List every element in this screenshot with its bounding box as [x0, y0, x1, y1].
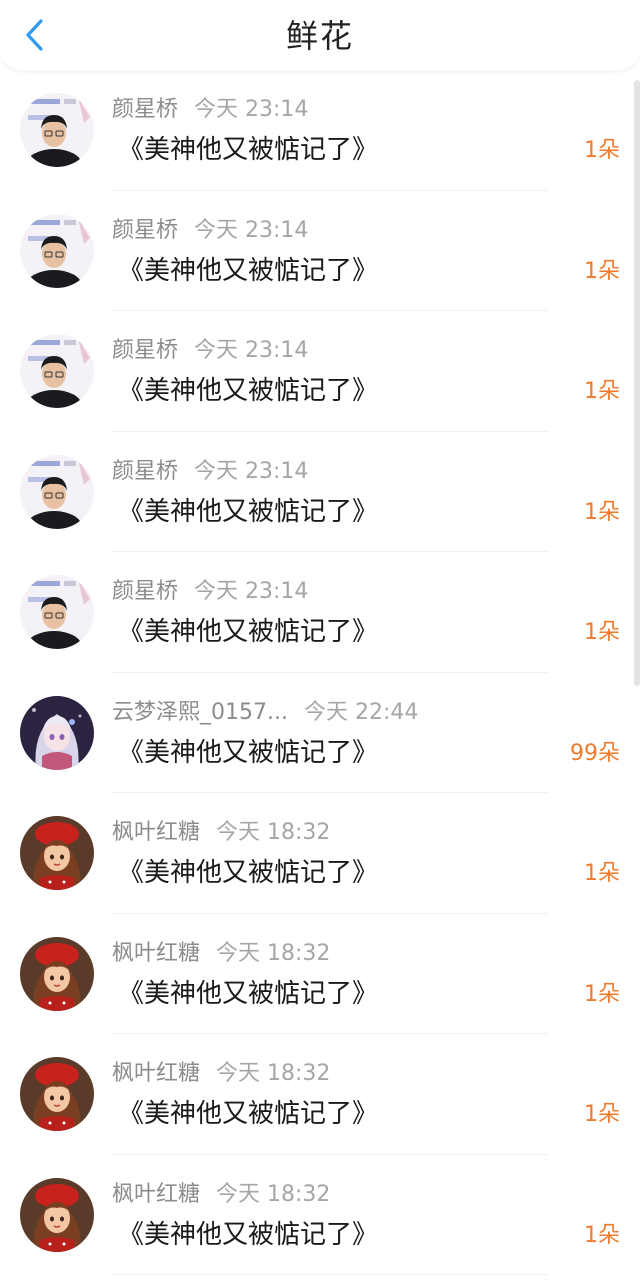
- username: 枫叶红糖: [112, 820, 201, 845]
- row-meta: 枫叶红糖 今天 18:32: [112, 1181, 330, 1209]
- avatar[interactable]: [20, 936, 94, 1011]
- username: 云梦泽熙_0157...: [112, 699, 288, 725]
- row-meta: 云梦泽熙_0157... 今天 22:44: [112, 699, 418, 727]
- row-meta: 枫叶红糖 今天 18:32: [112, 940, 330, 968]
- list-item[interactable]: 枫叶红糖 今天 18:32 《美神他又被惦记了》 1朵: [0, 793, 640, 914]
- avatar[interactable]: [20, 213, 94, 288]
- row-meta: 颜星桥 今天 23:14: [112, 96, 308, 124]
- username: 颜星桥: [112, 217, 179, 243]
- timestamp: 今天 23:14: [194, 217, 309, 243]
- book-title: 《美神他又被惦记了》: [118, 1219, 379, 1250]
- avatar[interactable]: [20, 816, 94, 890]
- flower-list-screen: 鲜花 颜星桥 今天 23:14 《美神他又被惦记了》 1朵 颜星桥 今天 23:14…: [0, 0, 640, 1281]
- row-meta: 枫叶红糖 今天 18:32: [112, 819, 330, 847]
- flower-count: 1朵: [584, 379, 620, 404]
- flower-count: 1朵: [584, 138, 620, 163]
- username: 颜星桥: [112, 97, 179, 122]
- list-item[interactable]: 颜星桥 今天 23:14 《美神他又被惦记了》 1朵: [0, 432, 640, 553]
- avatar[interactable]: [20, 1057, 94, 1131]
- flower-gift-list: 颜星桥 今天 23:14 《美神他又被惦记了》 1朵 颜星桥 今天 23:14 《美…: [0, 70, 640, 1275]
- row-meta: 颜星桥 今天 23:14: [112, 458, 308, 486]
- timestamp: 今天 18:32: [216, 820, 331, 845]
- flower-count: 1朵: [584, 981, 620, 1007]
- username: 颜星桥: [112, 579, 179, 604]
- username: 枫叶红糖: [112, 1061, 201, 1086]
- flower-count: 1朵: [584, 620, 620, 645]
- list-item[interactable]: 云梦泽熙_0157... 今天 22:44 《美神他又被惦记了》 99朵: [0, 673, 640, 794]
- flower-count: 1朵: [584, 258, 620, 284]
- timestamp: 今天 18:32: [216, 940, 331, 966]
- book-title: 《美神他又被惦记了》: [118, 376, 379, 406]
- flower-count: 1朵: [584, 861, 620, 886]
- book-title: 《美神他又被惦记了》: [118, 617, 379, 647]
- page-title: 鲜花: [285, 17, 354, 55]
- book-title: 《美神他又被惦记了》: [118, 1099, 379, 1129]
- username: 颜星桥: [112, 458, 179, 484]
- list-item[interactable]: 颜星桥 今天 23:14 《美神他又被惦记了》 1朵: [0, 70, 640, 191]
- list-item[interactable]: 枫叶红糖 今天 18:32 《美神他又被惦记了》 1朵: [0, 1155, 640, 1276]
- book-title: 《美神他又被惦记了》: [118, 978, 379, 1009]
- flower-count: 1朵: [584, 1222, 620, 1248]
- book-title: 《美神他又被惦记了》: [118, 858, 379, 888]
- avatar[interactable]: [20, 93, 94, 167]
- username: 枫叶红糖: [112, 1181, 201, 1207]
- flower-count: 99朵: [570, 740, 620, 766]
- list-item[interactable]: 枫叶红糖 今天 18:32 《美神他又被惦记了》 1朵: [0, 1034, 640, 1155]
- list-item[interactable]: 颜星桥 今天 23:14 《美神他又被惦记了》 1朵: [0, 191, 640, 312]
- username: 颜星桥: [112, 338, 179, 363]
- list-item[interactable]: 颜星桥 今天 23:14 《美神他又被惦记了》 1朵: [0, 311, 640, 432]
- row-meta: 枫叶红糖 今天 18:32: [112, 1060, 330, 1088]
- book-title: 《美神他又被惦记了》: [118, 496, 379, 527]
- avatar[interactable]: [20, 454, 94, 529]
- timestamp: 今天 23:14: [194, 97, 309, 122]
- flower-count: 1朵: [584, 499, 620, 525]
- timestamp: 今天 23:14: [194, 338, 309, 363]
- timestamp: 今天 18:32: [216, 1061, 331, 1086]
- timestamp: 今天 23:14: [194, 579, 309, 604]
- timestamp: 今天 18:32: [216, 1181, 331, 1207]
- avatar[interactable]: [20, 695, 94, 770]
- list-item[interactable]: 颜星桥 今天 23:14 《美神他又被惦记了》 1朵: [0, 552, 640, 673]
- flower-count: 1朵: [584, 1102, 620, 1127]
- row-meta: 颜星桥 今天 23:14: [112, 337, 308, 365]
- avatar[interactable]: [20, 334, 94, 408]
- timestamp: 今天 23:14: [194, 458, 309, 484]
- book-title: 《美神他又被惦记了》: [118, 255, 379, 286]
- book-title: 《美神他又被惦记了》: [118, 737, 379, 768]
- timestamp: 今天 22:44: [303, 699, 419, 725]
- row-meta: 颜星桥 今天 23:14: [112, 578, 308, 606]
- top-bar: 鲜花: [0, 0, 640, 70]
- row-meta: 颜星桥 今天 23:14: [112, 217, 308, 245]
- book-title: 《美神他又被惦记了》: [118, 135, 379, 165]
- avatar[interactable]: [20, 575, 94, 649]
- avatar[interactable]: [20, 1177, 94, 1252]
- username: 枫叶红糖: [112, 940, 201, 966]
- scrollbar[interactable]: [634, 80, 640, 686]
- list-item[interactable]: 枫叶红糖 今天 18:32 《美神他又被惦记了》 1朵: [0, 914, 640, 1035]
